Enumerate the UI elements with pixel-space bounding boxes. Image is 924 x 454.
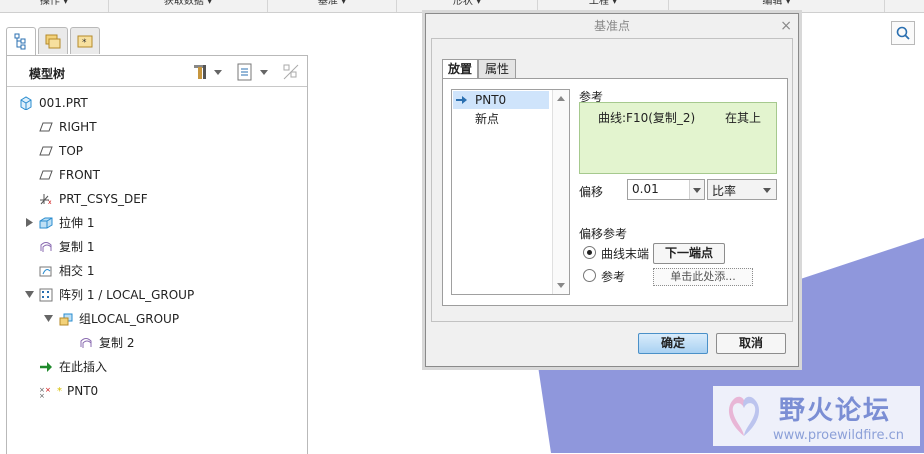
- tools-dropdown-icon[interactable]: [213, 68, 223, 76]
- part-icon: [20, 96, 32, 110]
- collapse-icon[interactable]: [44, 314, 53, 323]
- csys-icon: x: [40, 194, 52, 206]
- svg-text:×: ×: [39, 392, 45, 398]
- insert-arrow-icon: [40, 362, 52, 372]
- add-reference-collector[interactable]: 单击此处添...: [653, 268, 753, 286]
- ribbon-group-edit[interactable]: 编辑 ▾: [669, 0, 885, 12]
- tree-filter-icon[interactable]: [281, 62, 301, 82]
- model-tree-header: 模型树: [7, 56, 307, 87]
- tab-properties[interactable]: 属性: [478, 59, 516, 79]
- reference-constraint[interactable]: 在其上: [725, 109, 761, 126]
- radio-curve-end-label: 曲线末端: [601, 247, 650, 261]
- datum-point-icon: × × × *: [39, 386, 62, 398]
- ribbon-group-engineering[interactable]: 工程 ▾: [538, 0, 669, 12]
- svg-text:*: *: [82, 38, 87, 48]
- plane-icon: [39, 122, 53, 132]
- ribbon-group-shape[interactable]: 形状 ▾: [397, 0, 538, 12]
- search-button[interactable]: [891, 21, 915, 45]
- tab-folder-browser[interactable]: [38, 27, 68, 54]
- search-icon: [896, 26, 910, 40]
- point-list[interactable]: PNT0 新点: [451, 89, 570, 295]
- dialog-title: 基准点: [593, 19, 630, 33]
- pattern-icon: [39, 288, 53, 302]
- svg-text:×: ×: [45, 386, 51, 394]
- folder-icon: [45, 34, 61, 49]
- show-dropdown-icon[interactable]: [259, 68, 269, 76]
- close-icon[interactable]: ×: [780, 14, 792, 38]
- tab-model-tree[interactable]: [6, 27, 36, 56]
- plane-icon: [39, 170, 53, 180]
- show-options-icon[interactable]: [235, 62, 255, 82]
- chevron-down-icon: [763, 188, 771, 193]
- watermark: 野火论坛 www.proewildfire.cn: [713, 386, 920, 446]
- plane-icon: [39, 146, 53, 156]
- list-scrollbar[interactable]: [552, 90, 569, 294]
- extrude-icon: [39, 217, 53, 229]
- placement-panel: PNT0 新点 参考 曲线:F10(复制_2) 在其上 偏移 0.01 比率 偏…: [442, 78, 788, 306]
- radio-curve-end[interactable]: [583, 246, 596, 259]
- ribbon-group-get-data[interactable]: 获取数据 ▾: [109, 0, 268, 12]
- model-tree-panel: 模型树 001.PRT RIGHT TOP FRONT x PRT_CSYS_D…: [6, 55, 308, 454]
- svg-text:*: *: [57, 386, 62, 397]
- reference-value: 曲线:F10(复制_2): [598, 111, 696, 125]
- radio-reference[interactable]: [583, 269, 596, 282]
- expand-icon[interactable]: [25, 218, 34, 227]
- datum-point-dialog: 基准点 × 放置 属性 PNT0 新点 参考 曲线:F10(复制_2) 在其上 …: [425, 13, 799, 367]
- model-tree-title: 模型树: [29, 67, 66, 81]
- radio-reference-label: 参考: [601, 270, 626, 284]
- watermark-logo: [728, 396, 760, 436]
- scroll-up-icon[interactable]: [556, 94, 566, 102]
- ribbon-group-operations[interactable]: 操作 ▾: [0, 0, 109, 12]
- ok-button[interactable]: 确定: [638, 333, 708, 354]
- tab-favorites[interactable]: *: [70, 27, 100, 54]
- watermark-title: 野火论坛: [779, 396, 892, 426]
- model-tree-icon: [14, 33, 26, 50]
- cancel-button[interactable]: 取消: [716, 333, 786, 354]
- current-arrow-icon: [456, 96, 467, 104]
- chevron-down-icon: [693, 188, 701, 193]
- copy-icon: [80, 338, 92, 348]
- collapse-icon[interactable]: [25, 290, 34, 299]
- watermark-url: www.proewildfire.cn: [773, 428, 904, 443]
- next-endpoint-button[interactable]: 下一端点: [653, 243, 725, 264]
- offset-value-field[interactable]: 0.01: [627, 179, 705, 200]
- list-item-new-point[interactable]: 新点: [453, 110, 549, 128]
- list-item-pnt0[interactable]: PNT0: [453, 91, 549, 109]
- offset-label: 偏移: [579, 185, 604, 199]
- dialog-content: 放置 属性 PNT0 新点 参考 曲线:F10(复制_2) 在其上 偏移 0.0…: [431, 38, 793, 322]
- scroll-down-icon[interactable]: [556, 282, 566, 290]
- group-icon: [59, 313, 73, 326]
- offset-reference-label: 偏移参考: [579, 227, 628, 241]
- copy-icon: [40, 242, 52, 252]
- tab-placement[interactable]: 放置: [442, 59, 478, 80]
- favorites-icon: *: [77, 35, 93, 48]
- ribbon: 操作 ▾ 获取数据 ▾ 基准 ▾ 形状 ▾ 工程 ▾ 编辑 ▾: [0, 0, 924, 13]
- reference-collector[interactable]: 曲线:F10(复制_2) 在其上: [579, 102, 777, 174]
- intersect-icon: [39, 266, 52, 277]
- ribbon-group-datum[interactable]: 基准 ▾: [268, 0, 397, 12]
- tools-icon[interactable]: [191, 62, 211, 82]
- offset-dropdown[interactable]: [689, 180, 704, 199]
- offset-type-select[interactable]: 比率: [707, 179, 777, 200]
- svg-text:x: x: [48, 199, 52, 206]
